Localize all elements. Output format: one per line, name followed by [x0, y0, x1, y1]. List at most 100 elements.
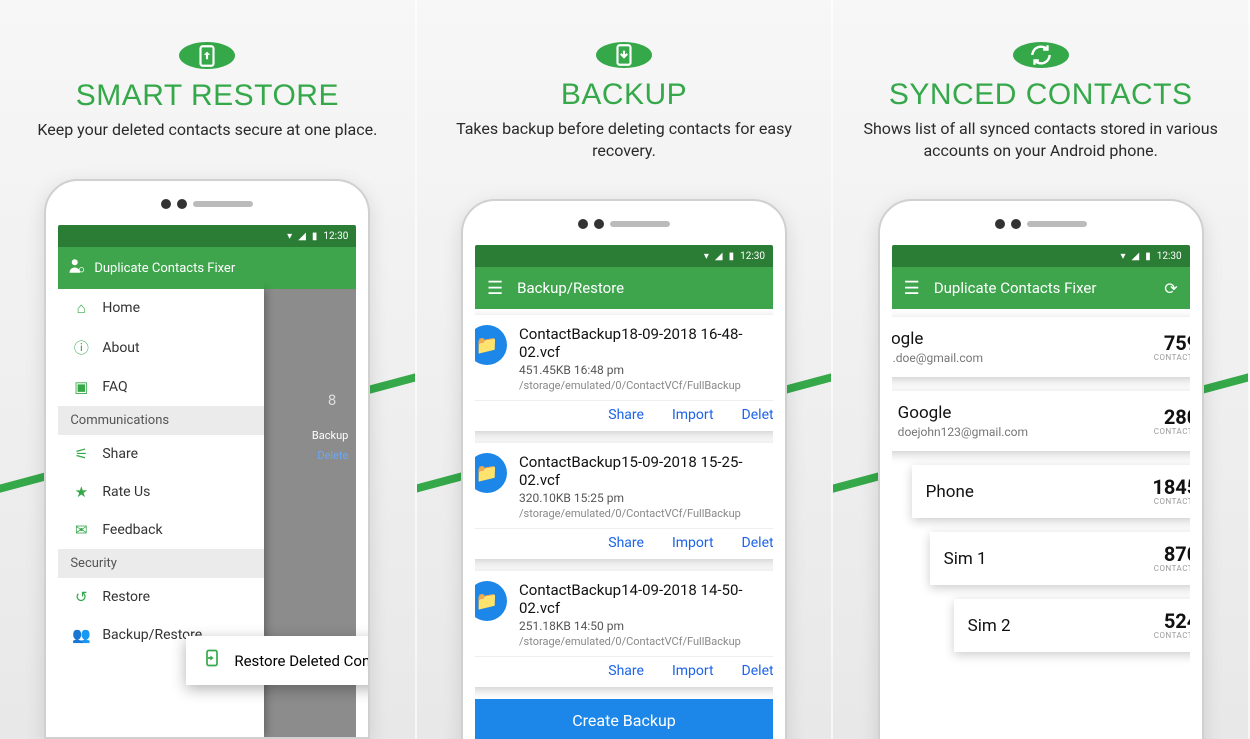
account-row[interactable]: Sim 2 524CONTACTS › — [954, 599, 1190, 652]
phone-mockup: ▾ ◢ ▮ 12:30 8 Backup Delete Duplicate Co… — [44, 179, 370, 739]
drawer-title-text: Duplicate Contacts Fixer — [94, 261, 235, 276]
drawer-label: About — [102, 340, 139, 356]
account-email: doejohn123@gmail.com — [898, 425, 1154, 439]
account-email: john.doe@gmail.com — [892, 351, 1154, 365]
drawer-item-about[interactable]: ⓘAbout — [58, 327, 264, 368]
delete-action[interactable]: Delete — [742, 535, 773, 551]
account-row[interactable]: Phone 1845CONTACTS › — [912, 465, 1190, 518]
refresh-icon[interactable]: ⟳ — [1164, 279, 1177, 298]
drawer-section-security: Security — [58, 549, 264, 578]
faq-icon: ▣ — [72, 378, 90, 396]
account-count: 759 — [1154, 333, 1190, 353]
import-action[interactable]: Import — [672, 407, 714, 423]
backup-filename: ContactBackup18-09-2018 16-48-02.vcf — [519, 325, 773, 361]
backup-path: /storage/emulated/0/ContactVCf/FullBacku… — [519, 635, 773, 648]
bg-delete-link[interactable]: Delete — [317, 449, 348, 462]
user-gear-icon — [68, 257, 86, 279]
account-name: Sim 2 — [968, 616, 1154, 636]
backup-path: /storage/emulated/0/ContactVCf/FullBacku… — [519, 379, 773, 392]
backup-header-icon — [596, 42, 652, 68]
feedback-icon: ✉ — [72, 521, 90, 539]
drawer-header: Duplicate Contacts Fixer — [58, 247, 264, 289]
phone-mockup: ▾ ◢ ▮ 12:30 ☰ Duplicate Contacts Fixer ⟳… — [878, 199, 1204, 739]
drawer-label: Home — [102, 300, 140, 316]
star-icon: ★ — [72, 483, 90, 501]
count-unit: CONTACTS — [1154, 427, 1190, 436]
create-backup-button[interactable]: Create Backup — [475, 699, 773, 739]
bg-suffix: Backup — [312, 429, 348, 442]
account-row[interactable]: Sim 1 870CONTACTS › — [930, 532, 1190, 585]
drawer-item-share[interactable]: ⚟ Share — [58, 435, 264, 473]
panel-backup: BACKUP Takes backup before deleting cont… — [417, 0, 834, 739]
bg-number: 8 — [328, 391, 336, 409]
backup-icon: 👥 — [72, 626, 90, 644]
backup-card[interactable]: 📁 ContactBackup18-09-2018 16-48-02.vcf 4… — [475, 315, 773, 431]
account-count: 524 — [1154, 611, 1190, 631]
drawer-label: Restore — [102, 589, 150, 605]
delete-action[interactable]: Delete — [742, 407, 773, 423]
signal-icon: ◢ — [715, 251, 723, 262]
drawer-item-restore[interactable]: ↺ Restore — [58, 578, 264, 616]
backup-card[interactable]: 📁 ContactBackup15-09-2018 15-25-02.vcf 3… — [475, 443, 773, 559]
drawer-section-communications: Communications — [58, 406, 264, 435]
battery-icon: ▮ — [312, 231, 318, 242]
drawer-item-rate[interactable]: ★Rate Us — [58, 473, 264, 511]
hamburger-icon[interactable]: ☰ — [487, 278, 503, 299]
signal-icon: ◢ — [1132, 251, 1140, 262]
count-unit: CONTACTS — [1154, 353, 1190, 362]
drawer-item-home[interactable]: ⌂Home — [58, 289, 264, 327]
backup-card[interactable]: 📁 ContactBackup14-09-2018 14-50-02.vcf 2… — [475, 571, 773, 687]
panel-subtitle: Keep your deleted contacts secure at one… — [37, 119, 377, 141]
appbar-title: Duplicate Contacts Fixer — [934, 279, 1097, 297]
phone-mockup: ▾ ◢ ▮ 12:30 ☰ Backup/Restore 📁 ContactBa… — [461, 199, 787, 739]
restore-callout-icon — [202, 648, 222, 673]
wifi-icon: ▾ — [287, 231, 292, 242]
delete-action[interactable]: Delete — [742, 663, 773, 679]
backup-list: 📁 ContactBackup18-09-2018 16-48-02.vcf 4… — [475, 315, 773, 739]
share-icon: ⚟ — [72, 445, 90, 463]
restore-callout[interactable]: Restore Deleted Contacts — [186, 636, 370, 685]
status-time: 12:30 — [740, 251, 765, 262]
restore-callout-text: Restore Deleted Contacts — [234, 652, 370, 670]
drawer-label: FAQ — [102, 379, 127, 395]
battery-icon: ▮ — [1145, 251, 1151, 262]
restore-icon — [179, 42, 235, 69]
appbar-title: Backup/Restore — [517, 279, 624, 297]
account-name: Google — [898, 403, 1154, 423]
share-action[interactable]: Share — [608, 535, 644, 551]
count-unit: CONTACTS — [1154, 564, 1190, 573]
drawer-label: Share — [102, 446, 138, 462]
import-action[interactable]: Import — [672, 535, 714, 551]
backup-meta: 251.18KB 14:50 pm — [519, 619, 773, 633]
panel-subtitle: Takes backup before deleting contacts fo… — [434, 118, 814, 161]
hamburger-icon[interactable]: ☰ — [904, 278, 920, 299]
wifi-icon: ▾ — [1121, 251, 1126, 262]
status-bar: ▾ ◢ ▮ 12:30 — [475, 245, 773, 267]
panel-subtitle: Shows list of all synced contacts stored… — [851, 118, 1231, 161]
import-action[interactable]: Import — [672, 663, 714, 679]
folder-icon: 📁 — [475, 325, 507, 365]
panel-synced-contacts: SYNCED CONTACTS Shows list of all synced… — [833, 0, 1250, 739]
account-name: Sim 1 — [944, 549, 1154, 569]
status-time: 12:30 — [1157, 251, 1182, 262]
backup-path: /storage/emulated/0/ContactVCf/FullBacku… — [519, 507, 773, 520]
drawer-item-faq[interactable]: ▣ FAQ — [58, 368, 264, 406]
count-unit: CONTACTS — [1154, 631, 1190, 640]
accounts-list: Googlejohn.doe@gmail.com 759CONTACTS › G… — [892, 317, 1190, 652]
status-bar: ▾ ◢ ▮ 12:30 — [58, 225, 356, 247]
share-action[interactable]: Share — [608, 407, 644, 423]
backup-filename: ContactBackup15-09-2018 15-25-02.vcf — [519, 453, 773, 489]
drawer-label: Feedback — [102, 522, 162, 538]
restore-small-icon: ↺ — [72, 588, 90, 606]
account-count: 870 — [1154, 544, 1190, 564]
panel-title: SMART RESTORE — [76, 79, 339, 113]
account-row[interactable]: Googledoejohn123@gmail.com 280CONTACTS › — [892, 391, 1190, 451]
share-action[interactable]: Share — [608, 663, 644, 679]
drawer-item-feedback[interactable]: ✉ Feedback — [58, 511, 264, 549]
app-bar: ☰ Backup/Restore — [475, 267, 773, 309]
count-unit: CONTACTS — [1152, 497, 1189, 506]
account-row[interactable]: Googlejohn.doe@gmail.com 759CONTACTS › — [892, 317, 1190, 377]
account-count: 280 — [1154, 407, 1190, 427]
account-count: 1845 — [1152, 477, 1189, 497]
backup-filename: ContactBackup14-09-2018 14-50-02.vcf — [519, 581, 773, 617]
